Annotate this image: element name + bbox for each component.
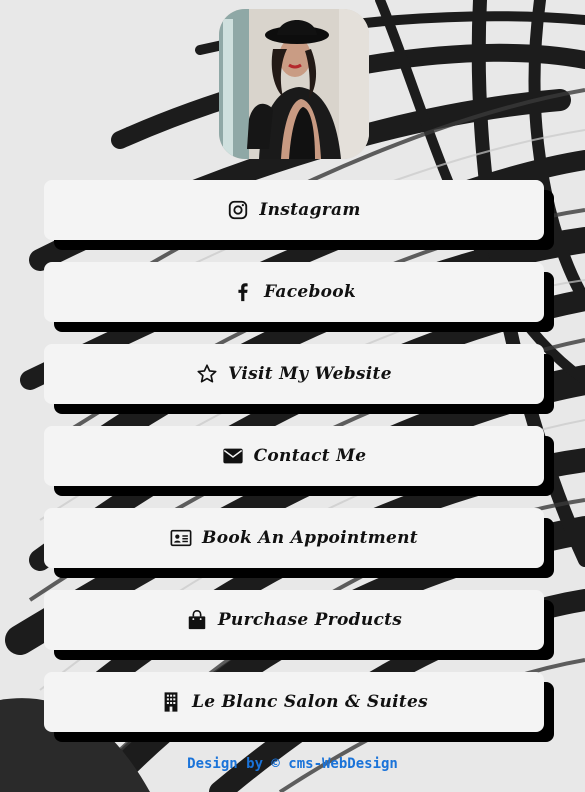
- contact-link-label: Contact Me: [253, 446, 367, 466]
- avatar: [219, 9, 369, 159]
- footer-credit-link[interactable]: Design by © cms-WebDesign: [0, 756, 585, 772]
- instagram-link-label: Instagram: [259, 200, 361, 220]
- id-card-icon: [170, 527, 192, 549]
- facebook-link-button[interactable]: Facebook: [44, 262, 544, 322]
- instagram-icon: [227, 199, 249, 221]
- shopping-bag-icon: [186, 609, 208, 631]
- website-link-button[interactable]: Visit My Website: [44, 344, 544, 404]
- building-icon: [160, 691, 182, 713]
- salon-link-button[interactable]: Le Blanc Salon & Suites: [44, 672, 544, 732]
- facebook-icon: [232, 281, 254, 303]
- instagram-link-button[interactable]: Instagram: [44, 180, 544, 240]
- envelope-icon: [222, 445, 244, 467]
- star-icon: [196, 363, 218, 385]
- book-appointment-link-label: Book An Appointment: [202, 528, 418, 548]
- contact-link-button[interactable]: Contact Me: [44, 426, 544, 486]
- purchase-products-link-label: Purchase Products: [217, 610, 403, 630]
- book-appointment-link-button[interactable]: Book An Appointment: [44, 508, 544, 568]
- salon-link-label: Le Blanc Salon & Suites: [191, 692, 429, 712]
- facebook-link-label: Facebook: [263, 282, 357, 302]
- purchase-products-link-button[interactable]: Purchase Products: [44, 590, 544, 650]
- website-link-label: Visit My Website: [228, 364, 392, 384]
